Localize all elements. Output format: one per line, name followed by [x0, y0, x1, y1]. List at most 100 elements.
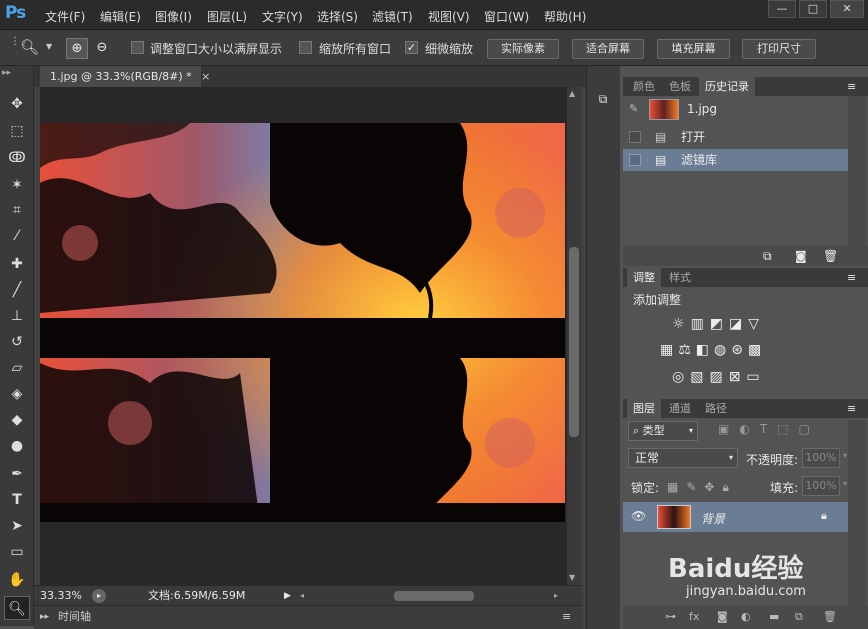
- close-button[interactable]: ✕: [830, 0, 864, 18]
- scroll-left-icon[interactable]: ◂: [300, 586, 304, 606]
- pen-tool-icon[interactable]: ✒: [4, 462, 30, 486]
- history-brush-source-checkbox[interactable]: [629, 131, 641, 143]
- hand-tool-icon[interactable]: ✋: [4, 568, 30, 592]
- timeline-collapse-icon[interactable]: ▸▸: [40, 606, 49, 628]
- scroll-down-icon[interactable]: ▼: [569, 573, 575, 582]
- camera-icon[interactable]: ◙: [795, 246, 807, 266]
- visibility-eye-icon[interactable]: 👁︎: [631, 509, 646, 523]
- lock-transparent-icon[interactable]: ▦: [667, 480, 686, 494]
- threshold-icon[interactable]: ▨: [709, 369, 728, 385]
- curves-icon[interactable]: ◩: [710, 316, 729, 332]
- tab-channels[interactable]: 通道: [663, 399, 697, 418]
- zoom-in-icon[interactable]: ⊕: [66, 38, 88, 59]
- eraser-tool-icon[interactable]: ▱: [4, 356, 30, 380]
- hue-saturation-icon[interactable]: ▦: [660, 342, 678, 358]
- actual-pixels-button[interactable]: 实际像素: [487, 39, 559, 59]
- scroll-right-icon[interactable]: ▸: [554, 586, 558, 606]
- menu-window[interactable]: 窗口(W): [484, 8, 529, 25]
- folder-icon[interactable]: ▬: [769, 606, 779, 628]
- rectangle-tool-icon[interactable]: ▭: [4, 540, 30, 564]
- type-filter-icon[interactable]: T: [760, 422, 777, 436]
- status-expand-icon[interactable]: ▶: [284, 586, 291, 606]
- history-brush-source-icon[interactable]: ✎: [629, 102, 638, 115]
- panel-menu-icon[interactable]: ≡: [847, 77, 856, 96]
- status-menu-icon[interactable]: ▸: [92, 589, 106, 603]
- selective-color-icon[interactable]: ⊠: [729, 369, 747, 385]
- fill-slider-icon[interactable]: ▾: [843, 479, 847, 488]
- tab-adjustments[interactable]: 调整: [627, 268, 661, 287]
- scrubby-zoom-checkbox[interactable]: ✓: [405, 41, 418, 54]
- panel-menu-icon[interactable]: ≡: [847, 399, 856, 418]
- crop-tool-icon[interactable]: ⌗: [4, 198, 30, 222]
- scroll-up-icon[interactable]: ▲: [569, 89, 575, 98]
- tab-close-icon[interactable]: ×: [201, 70, 210, 83]
- tab-paths[interactable]: 路径: [699, 399, 733, 418]
- blur-tool-icon[interactable]: ◆: [4, 408, 30, 432]
- opacity-slider-icon[interactable]: ▾: [843, 451, 847, 460]
- lock-all-icon[interactable]: 🔒︎: [722, 480, 736, 494]
- chevron-down-icon[interactable]: ▼: [46, 42, 52, 51]
- history-scrollbar[interactable]: [848, 96, 866, 246]
- minimize-button[interactable]: —: [768, 0, 796, 18]
- fill-screen-button[interactable]: 填充屏幕: [657, 39, 730, 59]
- opacity-field[interactable]: 100%: [802, 448, 840, 468]
- dodge-tool-icon[interactable]: ●: [4, 434, 30, 458]
- maximize-button[interactable]: □: [799, 0, 827, 18]
- fx-icon[interactable]: fx: [689, 606, 699, 628]
- vertical-scrollbar[interactable]: ▲ ▼: [567, 87, 581, 585]
- gradient-map-icon[interactable]: ▭: [746, 369, 765, 385]
- menu-file[interactable]: 文件(F): [45, 8, 85, 25]
- healing-brush-tool-icon[interactable]: ✚: [4, 252, 30, 276]
- type-tool-icon[interactable]: T: [4, 488, 30, 512]
- vertical-scroll-thumb[interactable]: [569, 247, 579, 437]
- horizontal-scroll-thumb[interactable]: [394, 591, 474, 601]
- paint-bucket-tool-icon[interactable]: ◈: [4, 382, 30, 406]
- clone-stamp-tool-icon[interactable]: ⊥: [4, 304, 30, 328]
- tab-color[interactable]: 颜色: [627, 77, 661, 96]
- menu-select[interactable]: 选择(S): [317, 8, 358, 25]
- lasso-tool-icon[interactable]: ↂ: [4, 146, 30, 170]
- color-lookup-icon[interactable]: ▩: [748, 342, 766, 358]
- brightness-icon[interactable]: ☼: [672, 316, 691, 332]
- layer-name[interactable]: 背景: [701, 510, 725, 527]
- magic-wand-tool-icon[interactable]: ✶: [4, 173, 30, 197]
- adjustment-layer-icon[interactable]: ◐: [741, 606, 751, 628]
- trash-icon[interactable]: 🗑︎: [823, 606, 837, 628]
- fit-screen-button[interactable]: 适合屏幕: [572, 39, 644, 59]
- history-panel-icon[interactable]: ⧉: [593, 92, 613, 110]
- history-item[interactable]: ▤ 滤镜库: [623, 149, 848, 171]
- invert-icon[interactable]: ◎: [672, 369, 690, 385]
- zoom-out-icon[interactable]: ⊖: [92, 38, 112, 59]
- menu-type[interactable]: 文字(Y): [262, 8, 303, 25]
- new-layer-icon[interactable]: ⧉: [795, 606, 803, 628]
- zoom-tool-preset-icon[interactable]: 🔍︎: [20, 38, 39, 56]
- panel-menu-icon[interactable]: ≡: [562, 606, 571, 628]
- fill-field[interactable]: 100%: [802, 476, 840, 496]
- zoom-tool-icon[interactable]: 🔍︎: [4, 596, 30, 620]
- menu-edit[interactable]: 编辑(E): [100, 8, 141, 25]
- levels-icon[interactable]: ▥: [691, 316, 710, 332]
- smart-object-filter-icon[interactable]: ▢: [799, 422, 820, 436]
- marquee-tool-icon[interactable]: ⬚: [4, 119, 30, 143]
- posterize-icon[interactable]: ▧: [690, 369, 709, 385]
- layer-row[interactable]: 👁︎ 背景 🔒︎: [623, 502, 848, 532]
- history-brush-source-checkbox[interactable]: [629, 154, 641, 166]
- panel-menu-icon[interactable]: ≡: [847, 268, 856, 287]
- menu-filter[interactable]: 滤镜(T): [372, 8, 413, 25]
- history-snapshot[interactable]: ✎ 1.jpg: [623, 96, 848, 124]
- shape-filter-icon[interactable]: ⬚: [777, 422, 798, 436]
- trash-icon[interactable]: 🗑︎: [823, 246, 838, 266]
- path-selection-tool-icon[interactable]: ➤: [4, 514, 30, 538]
- menu-view[interactable]: 视图(V): [428, 8, 470, 25]
- lock-position-icon[interactable]: ✥: [704, 480, 722, 494]
- zoom-all-windows-checkbox[interactable]: [299, 41, 312, 54]
- brush-tool-icon[interactable]: ╱: [4, 278, 30, 302]
- eyedropper-tool-icon[interactable]: ⁄: [4, 224, 30, 248]
- color-balance-icon[interactable]: ⚖: [678, 342, 696, 358]
- menu-layer[interactable]: 图层(L): [207, 8, 247, 25]
- zoom-level[interactable]: 33.33%: [40, 586, 82, 606]
- print-size-button[interactable]: 打印尺寸: [742, 39, 816, 59]
- tab-layers[interactable]: 图层: [627, 399, 661, 418]
- vibrance-icon[interactable]: ▽: [748, 316, 765, 332]
- tab-history[interactable]: 历史记录: [699, 77, 755, 96]
